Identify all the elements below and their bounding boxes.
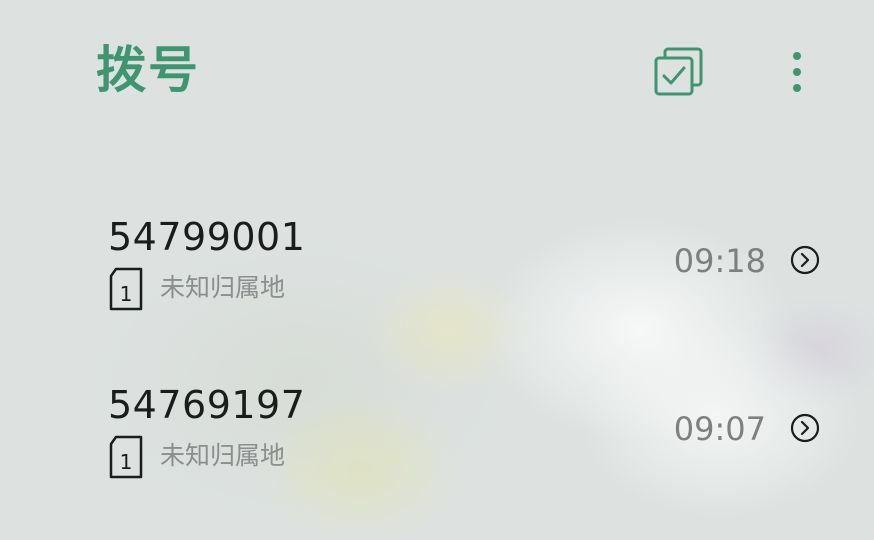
app-header: 拨号 — [0, 0, 874, 150]
call-detail-button[interactable] — [788, 411, 822, 445]
multi-select-checkbox-icon — [654, 47, 703, 96]
page-title: 拨号 — [96, 41, 200, 99]
more-vertical-icon — [793, 52, 801, 92]
call-location: 未知归属地 — [160, 441, 286, 470]
sim-slot-number: 1 — [120, 282, 133, 306]
more-options-button[interactable] — [782, 48, 812, 98]
chevron-right-circle-icon — [790, 245, 820, 275]
call-time: 09:18 — [673, 242, 766, 280]
call-time: 09:07 — [673, 410, 766, 448]
chevron-right-circle-icon — [790, 413, 820, 443]
call-log-row[interactable]: 54799001 1 未知归属地 09:18 — [0, 205, 874, 315]
call-location: 未知归属地 — [160, 273, 286, 302]
call-number: 54799001 — [108, 215, 306, 259]
multi-select-button[interactable] — [652, 45, 706, 99]
sim-card-icon: 1 — [109, 267, 143, 311]
sim-slot-number: 1 — [120, 450, 133, 474]
call-log-row[interactable]: 54769197 1 未知归属地 09:07 — [0, 373, 874, 483]
sim-card-icon: 1 — [109, 435, 143, 479]
call-detail-button[interactable] — [788, 243, 822, 277]
call-number: 54769197 — [108, 383, 306, 427]
